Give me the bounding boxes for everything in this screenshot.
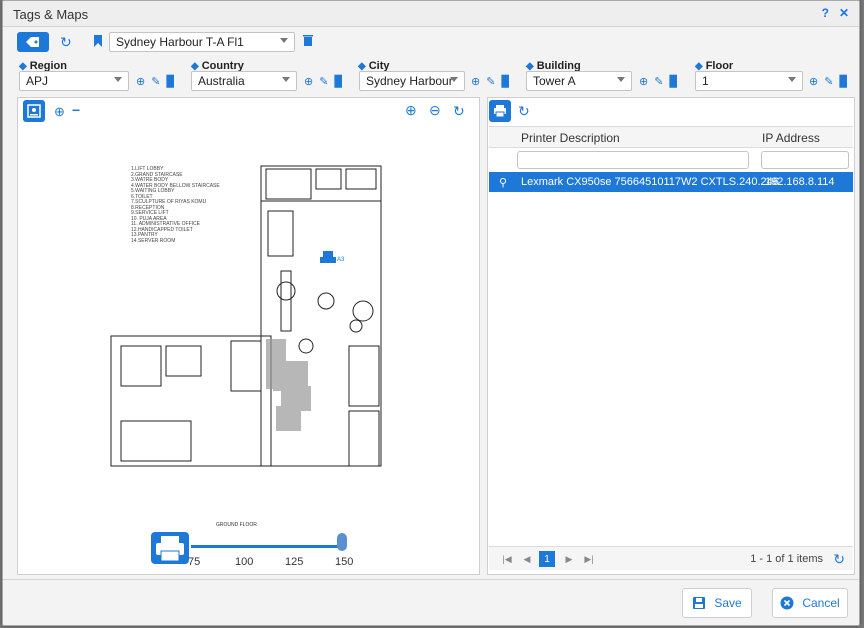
description-filter-input[interactable] — [517, 151, 749, 169]
zoom-tick-label: 150 — [335, 556, 354, 568]
zoom-out-icon[interactable]: ⊖ — [429, 102, 441, 119]
zoom-tick-label: 125 — [285, 556, 304, 568]
floor-level-select[interactable]: 1 — [695, 71, 803, 91]
region-select[interactable]: APJ — [19, 71, 129, 91]
printer-mode-button[interactable] — [489, 100, 511, 122]
add-icon[interactable]: ⊕ — [809, 75, 818, 88]
floor-select-value: Sydney Harbour T-A Fl1 — [116, 35, 244, 49]
edit-icon[interactable]: ✎ — [486, 75, 495, 88]
delete-icon[interactable]: ▉ — [839, 75, 847, 88]
first-page-icon[interactable]: |◀ — [499, 551, 515, 567]
column-header-description[interactable]: Printer Description — [521, 131, 620, 145]
grid-pager: |◀ ◀ 1 ▶ ▶| 1 - 1 of 1 items ↻ — [489, 546, 853, 570]
printer-tag-label: A3 — [337, 257, 345, 263]
map-select-button[interactable] — [23, 100, 45, 122]
add-icon[interactable]: ⊕ — [304, 75, 313, 88]
add-icon[interactable]: ⊕ — [639, 75, 648, 88]
current-page-button[interactable]: 1 — [539, 551, 555, 567]
edit-icon[interactable]: ✎ — [319, 75, 328, 88]
save-button[interactable]: Save — [682, 588, 752, 618]
region-actions: ⊕ ✎ ▉ — [136, 75, 175, 88]
cancel-label: Cancel — [802, 596, 840, 610]
add-icon[interactable]: ⊕ — [471, 75, 480, 88]
zoom-slider-handle[interactable] — [337, 533, 347, 551]
grid-header: Printer Description IP Address — [489, 126, 853, 148]
last-page-icon[interactable]: ▶| — [581, 551, 597, 567]
bookmark-icon[interactable] — [94, 35, 102, 47]
floor-name-label: GROUND FLOOR — [216, 522, 257, 528]
delete-icon[interactable]: ▉ — [334, 75, 342, 88]
delete-icon[interactable] — [303, 34, 313, 46]
save-label: Save — [714, 596, 742, 610]
table-row[interactable]: ⚲ Lexmark CX950se 75664510117W2 CXTLS.24… — [489, 172, 853, 192]
tag-icon — [26, 37, 39, 47]
zoom-tick-label: 75 — [188, 556, 201, 568]
floor-plan-drawing: A3 — [110, 165, 382, 467]
delete-icon[interactable]: ▉ — [501, 75, 509, 88]
close-icon[interactable]: ✕ — [839, 6, 849, 20]
edit-icon[interactable]: ✎ — [151, 75, 160, 88]
map-pin-icon — [27, 104, 41, 118]
column-header-ip[interactable]: IP Address — [762, 131, 820, 145]
printer-icon — [494, 105, 506, 118]
floor-select[interactable]: Sydney Harbour T-A Fl1 — [109, 32, 295, 52]
refresh-pager-icon[interactable]: ↻ — [833, 551, 845, 568]
edit-icon[interactable]: ✎ — [824, 75, 833, 88]
add-icon[interactable]: ⊕ — [136, 75, 145, 88]
title-bar: Tags & Maps ? ✕ — [3, 1, 859, 27]
floor-actions: ⊕ ✎ ▉ — [809, 75, 848, 88]
city-select[interactable]: Sydney Harbour — [359, 71, 465, 91]
remove-map-icon[interactable]: − — [72, 102, 80, 118]
country-actions: ⊕ ✎ ▉ — [304, 75, 343, 88]
cancel-icon — [780, 596, 794, 610]
delete-icon[interactable]: ▉ — [669, 75, 677, 88]
refresh-grid-icon[interactable]: ↻ — [518, 103, 530, 120]
cancel-button[interactable]: Cancel — [772, 588, 848, 618]
zoom-slider-track[interactable] — [191, 545, 343, 548]
delete-icon[interactable]: ▉ — [166, 75, 174, 88]
footer-divider — [3, 579, 859, 580]
ip-filter-input[interactable] — [761, 151, 849, 169]
next-page-icon[interactable]: ▶ — [561, 551, 577, 567]
ip-address-cell: 192.168.8.114 — [765, 176, 835, 188]
reset-zoom-icon[interactable]: ↻ — [453, 103, 465, 120]
country-select[interactable]: Australia — [191, 71, 297, 91]
printer-placement-button[interactable] — [151, 532, 189, 564]
building-actions: ⊕ ✎ ▉ — [639, 75, 678, 88]
dialog-title: Tags & Maps — [13, 7, 89, 22]
city-actions: ⊕ ✎ ▉ — [471, 75, 510, 88]
edit-icon[interactable]: ✎ — [654, 75, 663, 88]
zoom-in-icon[interactable]: ⊕ — [405, 102, 417, 119]
zoom-tick-label: 100 — [235, 556, 254, 568]
building-select[interactable]: Tower A — [526, 71, 632, 91]
add-map-icon[interactable]: ⊕ — [54, 104, 65, 120]
printer-description-cell: Lexmark CX950se 75664510117W2 CXTLS.240.… — [521, 176, 779, 188]
tags-maps-dialog: Tags & Maps ? ✕ ↻ Sydney Harbour T-A Fl1… — [2, 0, 860, 626]
refresh-icon[interactable]: ↻ — [60, 34, 72, 51]
printer-icon — [156, 536, 184, 562]
pager-info: 1 - 1 of 1 items — [750, 553, 823, 565]
save-icon — [693, 597, 706, 609]
help-icon[interactable]: ? — [822, 6, 829, 20]
prev-page-icon[interactable]: ◀ — [519, 551, 535, 567]
map-pin-icon: ⚲ — [499, 177, 508, 189]
tag-mode-button[interactable] — [17, 32, 49, 52]
